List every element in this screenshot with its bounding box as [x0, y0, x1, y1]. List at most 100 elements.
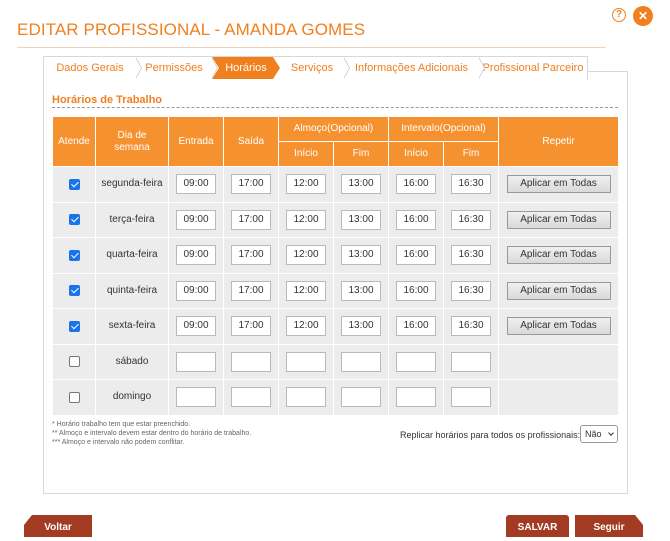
intervalo-inicio-input[interactable] — [396, 351, 437, 372]
header-almoco: Almoço(Opcional) — [277, 116, 390, 142]
tab-servicos[interactable]: Serviços — [280, 57, 350, 79]
repetir-cell — [498, 379, 620, 416]
hours-table: Atende Dia de semana Entrada Saída Almoç… — [52, 116, 620, 416]
atende-checkbox[interactable] — [68, 320, 80, 332]
apply-all-button[interactable]: Aplicar em Todas — [506, 175, 611, 194]
entrada-cell: 09:00 — [168, 201, 224, 238]
intervalo-fim-input[interactable] — [451, 387, 492, 408]
saida-input[interactable] — [231, 387, 271, 408]
almoco-fim-input[interactable]: 13:00 — [341, 280, 381, 301]
day-cell: quarta-feira — [95, 237, 169, 274]
atende-cell — [52, 272, 96, 309]
tab-permissoes[interactable]: Permissões — [136, 57, 218, 79]
almoco-inicio-input[interactable]: 12:00 — [286, 245, 326, 266]
intervalo-inicio-input[interactable]: 16:00 — [396, 174, 437, 195]
tab-profissional-parceiro[interactable]: Profissional Parceiro — [479, 57, 587, 79]
entrada-cell: 09:00 — [168, 237, 224, 274]
entrada-input[interactable]: 09:00 — [176, 245, 216, 266]
almoco-inicio-input[interactable] — [286, 351, 326, 372]
footnotes: * Horário trabalho tem que estar preench… — [52, 420, 251, 447]
day-label: sábado — [115, 355, 149, 367]
saida-input[interactable] — [231, 351, 271, 372]
tab-dados-gerais[interactable]: Dados Gerais — [44, 57, 142, 79]
almoco-inicio-cell: 12:00 — [278, 237, 334, 274]
intervalo-inicio-cell: 16:00 — [388, 308, 445, 345]
entrada-input[interactable]: 09:00 — [176, 316, 216, 337]
almoco-fim-input[interactable]: 13:00 — [341, 245, 381, 266]
footnote: ** Almoço e intervalo devem estar dentro… — [52, 430, 252, 437]
title-divider — [17, 47, 606, 48]
almoco-fim-input[interactable]: 13:00 — [341, 316, 381, 337]
replicate-select[interactable]: Não — [580, 425, 618, 443]
saida-input[interactable]: 17:00 — [231, 316, 271, 337]
entrada-input[interactable] — [176, 387, 216, 408]
apply-all-button[interactable]: Aplicar em Todas — [506, 246, 611, 265]
footnote: *** Almoço e intervalo não podem conflit… — [52, 439, 185, 446]
tab-horarios[interactable]: Horários — [212, 57, 280, 79]
entrada-input[interactable]: 09:00 — [176, 209, 216, 230]
almoco-fim-cell: 13:00 — [332, 308, 390, 345]
intervalo-fim-input[interactable] — [451, 351, 492, 372]
intervalo-inicio-input[interactable] — [396, 387, 437, 408]
entrada-cell — [168, 343, 224, 380]
repetir-cell: Aplicar em Todas — [498, 308, 620, 345]
intervalo-fim-input[interactable]: 16:30 — [451, 209, 492, 230]
saida-input[interactable]: 17:00 — [231, 280, 271, 301]
day-label: sexta-feira — [108, 320, 156, 332]
almoco-inicio-input[interactable]: 12:00 — [286, 174, 326, 195]
intervalo-inicio-cell: 16:00 — [388, 272, 445, 309]
almoco-inicio-cell: 12:00 — [278, 308, 334, 345]
intervalo-fim-input[interactable]: 16:30 — [451, 245, 492, 266]
almoco-inicio-input[interactable]: 12:00 — [286, 316, 326, 337]
atende-checkbox[interactable] — [68, 214, 80, 226]
intervalo-fim-cell: 16:30 — [443, 201, 500, 238]
intervalo-fim-input[interactable]: 16:30 — [451, 174, 492, 195]
entrada-input[interactable]: 09:00 — [176, 280, 216, 301]
intervalo-fim-input[interactable]: 16:30 — [451, 316, 492, 337]
almoco-fim-input[interactable]: 13:00 — [341, 174, 381, 195]
table-row: domingo — [52, 379, 620, 416]
intervalo-inicio-input[interactable]: 16:00 — [396, 280, 437, 301]
almoco-inicio-input[interactable]: 12:00 — [286, 209, 326, 230]
almoco-fim-input[interactable] — [341, 387, 381, 408]
saida-cell: 17:00 — [223, 308, 279, 345]
almoco-inicio-input[interactable]: 12:00 — [286, 280, 326, 301]
help-icon[interactable]: ? — [612, 8, 626, 22]
saida-cell — [223, 379, 279, 416]
intervalo-fim-input[interactable]: 16:30 — [451, 280, 492, 301]
intervalo-inicio-cell: 16:00 — [388, 237, 445, 274]
apply-all-button[interactable]: Aplicar em Todas — [506, 281, 611, 300]
saida-input[interactable]: 17:00 — [231, 209, 271, 230]
almoco-fim-input[interactable]: 13:00 — [341, 209, 381, 230]
atende-checkbox[interactable] — [68, 356, 80, 368]
intervalo-inicio-input[interactable]: 16:00 — [396, 316, 437, 337]
entrada-cell: 09:00 — [168, 166, 224, 203]
saida-cell: 17:00 — [223, 272, 279, 309]
header-saida: Saída — [223, 116, 279, 167]
entrada-input[interactable]: 09:00 — [176, 174, 216, 195]
saida-input[interactable]: 17:00 — [231, 245, 271, 266]
intervalo-inicio-input[interactable]: 16:00 — [396, 209, 437, 230]
intervalo-inicio-input[interactable]: 16:00 — [396, 245, 437, 266]
atende-checkbox[interactable] — [68, 391, 80, 403]
almoco-inicio-cell: 12:00 — [278, 166, 334, 203]
table-row: sexta-feira 09:00 17:00 12:00 13:00 16:00 16:3… — [52, 308, 620, 345]
atende-checkbox[interactable] — [68, 178, 80, 190]
almoco-fim-input[interactable] — [341, 351, 381, 372]
apply-all-button[interactable]: Aplicar em Todas — [506, 210, 611, 229]
almoco-inicio-input[interactable] — [286, 387, 326, 408]
table-row: segunda-feira 09:00 17:00 12:00 13:00 16:00 16… — [52, 166, 620, 203]
entrada-input[interactable] — [176, 351, 216, 372]
day-cell: sábado — [95, 343, 169, 380]
table-row: quinta-feira 09:00 17:00 12:00 13:00 16:00 16:… — [52, 272, 620, 309]
tab-informacoes-adicionais[interactable]: Informações Adicionais — [344, 57, 485, 79]
apply-all-button[interactable]: Aplicar em Todas — [506, 317, 611, 336]
saida-input[interactable]: 17:00 — [231, 174, 271, 195]
saida-cell: 17:00 — [223, 166, 279, 203]
atende-checkbox[interactable] — [68, 249, 80, 261]
atende-cell — [52, 237, 96, 274]
atende-cell — [52, 201, 96, 238]
header-dia-semana: Dia de semana — [95, 116, 169, 167]
close-icon[interactable]: ✕ — [633, 6, 653, 26]
atende-checkbox[interactable] — [68, 285, 80, 297]
